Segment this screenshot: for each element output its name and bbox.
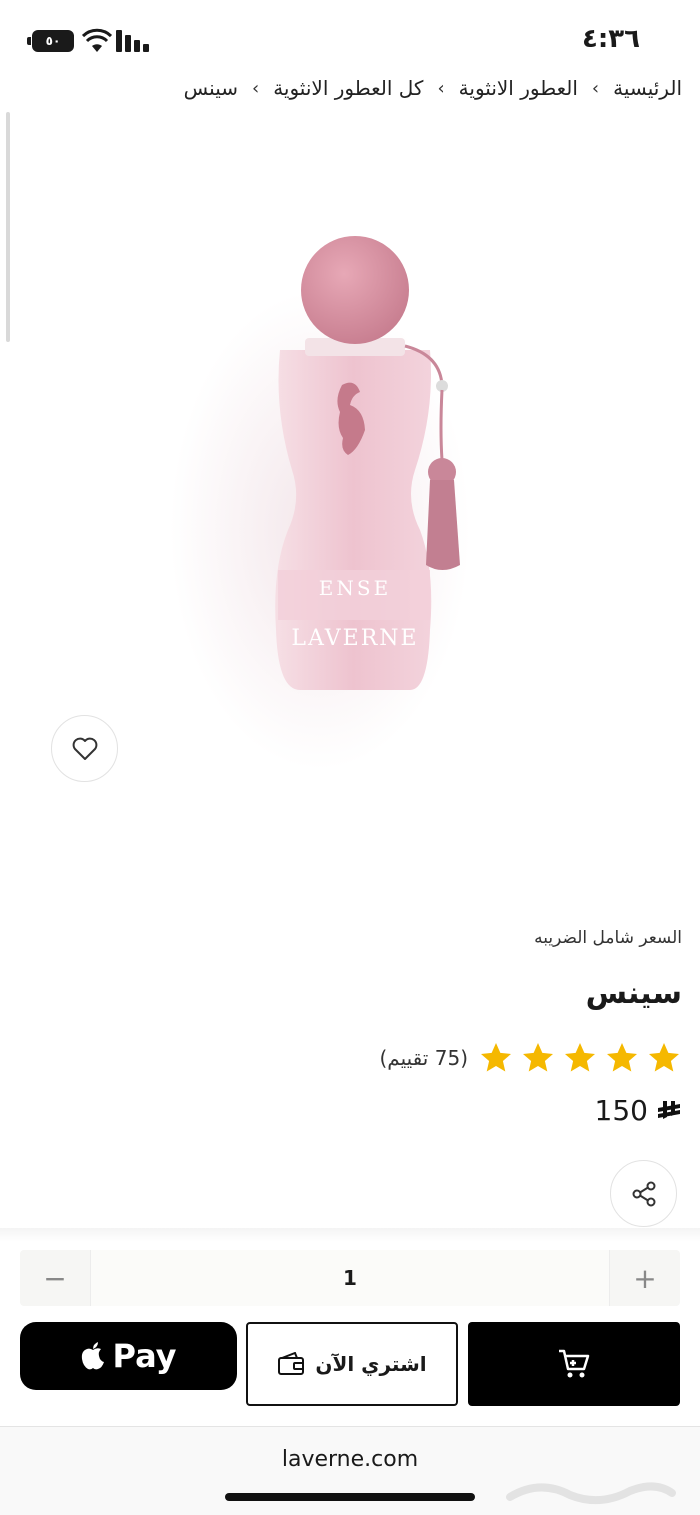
wifi-icon bbox=[82, 28, 112, 52]
quantity-decrease-button[interactable]: − bbox=[20, 1250, 90, 1306]
riyal-icon bbox=[658, 1100, 680, 1119]
quantity-stepper: − 1 + bbox=[20, 1250, 680, 1306]
buy-now-label: اشتري الآن bbox=[315, 1352, 427, 1376]
rating-row[interactable]: (75 تقييم) bbox=[380, 1040, 683, 1076]
breadcrumb-current: سينس bbox=[183, 76, 238, 100]
divider bbox=[0, 1228, 700, 1242]
breadcrumb: الرئيسية › العطور الانثوية › كل العطور ا… bbox=[184, 76, 682, 100]
breadcrumb-all-womens-perfumes[interactable]: كل العطور الانثوية bbox=[273, 76, 423, 100]
bottle-label: ENSE bbox=[319, 576, 391, 600]
breadcrumb-separator: › bbox=[251, 77, 260, 99]
watermark-logo bbox=[506, 1482, 676, 1505]
breadcrumb-home[interactable]: الرئيسية bbox=[613, 76, 682, 100]
scroll-indicator[interactable] bbox=[6, 112, 10, 342]
star-icon bbox=[565, 1043, 595, 1072]
star-icon bbox=[649, 1043, 679, 1072]
apple-pay-button[interactable]: Pay bbox=[20, 1322, 237, 1390]
product-image[interactable]: ENSE LAVERNE bbox=[150, 150, 550, 780]
star-icon bbox=[523, 1043, 553, 1072]
buy-now-button[interactable]: اشتري الآن bbox=[246, 1322, 458, 1406]
price-value: 150 bbox=[594, 1094, 648, 1127]
share-button[interactable] bbox=[610, 1160, 677, 1227]
heart-icon bbox=[72, 737, 97, 760]
breadcrumb-separator: › bbox=[437, 77, 445, 99]
product-title: سينس bbox=[585, 976, 682, 1011]
home-indicator[interactable] bbox=[225, 1493, 475, 1501]
battery-icon: ٥٠ bbox=[27, 30, 74, 52]
quantity-value[interactable]: 1 bbox=[90, 1250, 610, 1306]
apple-icon bbox=[82, 1342, 105, 1370]
breadcrumb-womens-perfumes[interactable]: العطور الانثوية bbox=[459, 76, 578, 100]
add-to-cart-button[interactable] bbox=[468, 1322, 680, 1406]
apple-pay-label: Pay bbox=[112, 1337, 177, 1375]
signal-icon bbox=[116, 30, 149, 52]
tax-note: السعر شامل الضريبه bbox=[534, 928, 682, 948]
star-icon bbox=[607, 1043, 637, 1072]
bottle-brand: LAVERNE bbox=[291, 626, 418, 651]
status-time: ٤:٣٦ bbox=[581, 24, 640, 54]
price-row: 150 bbox=[595, 1094, 682, 1127]
wallet-icon bbox=[278, 1352, 305, 1375]
rating-count[interactable]: (75 تقييم) bbox=[380, 1046, 469, 1070]
share-icon bbox=[632, 1181, 655, 1206]
browser-address-bar: laverne.com bbox=[0, 1426, 700, 1515]
wishlist-button[interactable] bbox=[51, 715, 118, 782]
star-icon bbox=[481, 1043, 511, 1072]
quantity-increase-button[interactable]: + bbox=[610, 1250, 680, 1306]
breadcrumb-separator: › bbox=[591, 77, 600, 99]
status-bar: ٥٠ ٤:٣٦ bbox=[0, 0, 700, 70]
cart-icon bbox=[559, 1349, 590, 1378]
